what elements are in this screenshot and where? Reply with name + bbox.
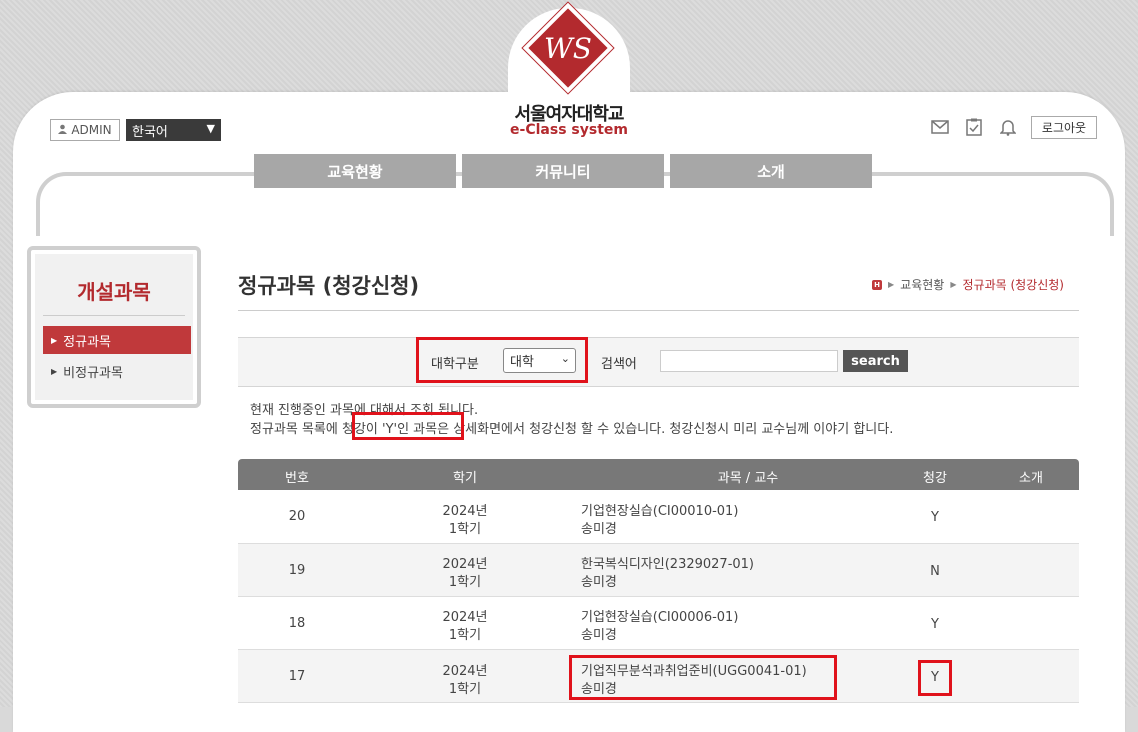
home-icon[interactable]: H	[872, 279, 882, 290]
header-intro: 소개	[1019, 471, 1043, 486]
row-term: 1학기	[448, 522, 482, 537]
row-professor: 송미경	[581, 628, 617, 643]
logo-letters: WS	[544, 31, 592, 65]
highlight-box-course	[569, 655, 837, 700]
breadcrumb-level1[interactable]: 교육현황	[900, 276, 944, 293]
row-audit: Y	[931, 617, 939, 632]
title-divider	[238, 310, 1079, 311]
header-audit: 청강	[923, 471, 947, 486]
search-bar	[238, 337, 1079, 387]
user-icon	[58, 123, 68, 137]
info-line-2: 정규과목 목록에 청강이 'Y'인 과목은 상세화면에서 청강신청 할 수 있습…	[250, 422, 894, 437]
row-year: 2024년	[442, 610, 488, 625]
sidebar-item-regular-courses[interactable]: ▶ 정규과목	[43, 326, 191, 354]
search-button[interactable]: search	[843, 350, 908, 372]
table-row[interactable]: 20 2024년 1학기 기업현장실습(CI00010-01) 송미경 Y	[238, 491, 1079, 544]
sidebar-divider	[43, 315, 185, 316]
row-no: 18	[288, 616, 306, 631]
system-name[interactable]: e-Class system	[500, 122, 638, 138]
keyword-label: 검색어	[601, 357, 637, 372]
row-audit: Y	[931, 510, 939, 525]
row-no: 17	[288, 669, 306, 684]
sidebar-item-irregular-courses[interactable]: ▶ 비정규과목	[43, 357, 191, 385]
header-course: 과목 / 교수	[717, 471, 779, 486]
nav-item-about[interactable]: 소개	[670, 154, 872, 188]
sidebar: 개설과목 ▶ 정규과목 ▶ 비정규과목	[27, 246, 201, 408]
admin-badge[interactable]: ADMIN	[50, 119, 120, 141]
row-course-link[interactable]: 기업현장실습(CI00010-01)	[581, 500, 841, 519]
caret-right-icon: ▶	[950, 280, 957, 289]
row-no: 20	[288, 509, 306, 524]
header-semester: 학기	[453, 471, 477, 486]
row-course-link[interactable]: 한국복식디자인(2329027-01)	[581, 553, 841, 572]
row-no: 19	[288, 563, 306, 578]
row-professor: 송미경	[581, 575, 617, 590]
sidebar-item-label: 비정규과목	[63, 365, 123, 381]
bell-icon[interactable]	[998, 117, 1018, 137]
highlight-box-audit-note	[352, 412, 464, 440]
nav-item-community[interactable]: 커뮤니티	[462, 154, 664, 188]
row-year: 2024년	[442, 504, 488, 519]
highlight-box-category	[416, 337, 588, 383]
language-select[interactable]: 한국어 ▼	[126, 119, 221, 141]
header-icons	[930, 117, 1018, 137]
keyword-input[interactable]	[660, 350, 838, 372]
page-title: 정규과목 (청강신청)	[238, 274, 420, 298]
row-year: 2024년	[442, 557, 488, 572]
language-value: 한국어	[132, 124, 168, 140]
chevron-down-icon: ▼	[206, 122, 215, 135]
nav-item-education[interactable]: 교육현황	[254, 154, 456, 188]
sidebar-item-label: 정규과목	[63, 334, 111, 350]
table-header: 번호 학기 과목 / 교수 청강 소개	[238, 459, 1079, 490]
mail-icon[interactable]	[930, 117, 950, 137]
caret-right-icon: ▶	[888, 280, 895, 289]
checklist-icon[interactable]	[964, 117, 984, 137]
logout-button[interactable]: 로그아웃	[1031, 116, 1097, 139]
table-row[interactable]: 18 2024년 1학기 기업현장실습(CI00006-01) 송미경 Y	[238, 597, 1079, 650]
row-audit: N	[930, 564, 940, 579]
main-nav: 교육현황 커뮤니티 소개	[254, 154, 872, 188]
table-row[interactable]: 19 2024년 1학기 한국복식디자인(2329027-01) 송미경 N	[238, 544, 1079, 597]
row-professor: 송미경	[581, 522, 617, 537]
row-term: 1학기	[448, 575, 482, 590]
breadcrumb: H ▶ 교육현황 ▶ 정규과목 (청강신청)	[872, 276, 1064, 293]
admin-label: ADMIN	[71, 123, 112, 137]
row-term: 1학기	[448, 628, 482, 643]
row-course-link[interactable]: 기업현장실습(CI00006-01)	[581, 606, 841, 625]
row-year: 2024년	[442, 664, 488, 679]
caret-right-icon: ▶	[51, 335, 58, 345]
breadcrumb-current: 정규과목 (청강신청)	[962, 278, 1064, 292]
highlight-box-audit	[918, 660, 952, 696]
sidebar-panel: 개설과목 ▶ 정규과목 ▶ 비정규과목	[35, 254, 193, 400]
sidebar-title: 개설과목	[77, 280, 151, 304]
row-term: 1학기	[448, 682, 482, 697]
header-no: 번호	[285, 471, 309, 486]
caret-right-icon: ▶	[51, 366, 58, 376]
